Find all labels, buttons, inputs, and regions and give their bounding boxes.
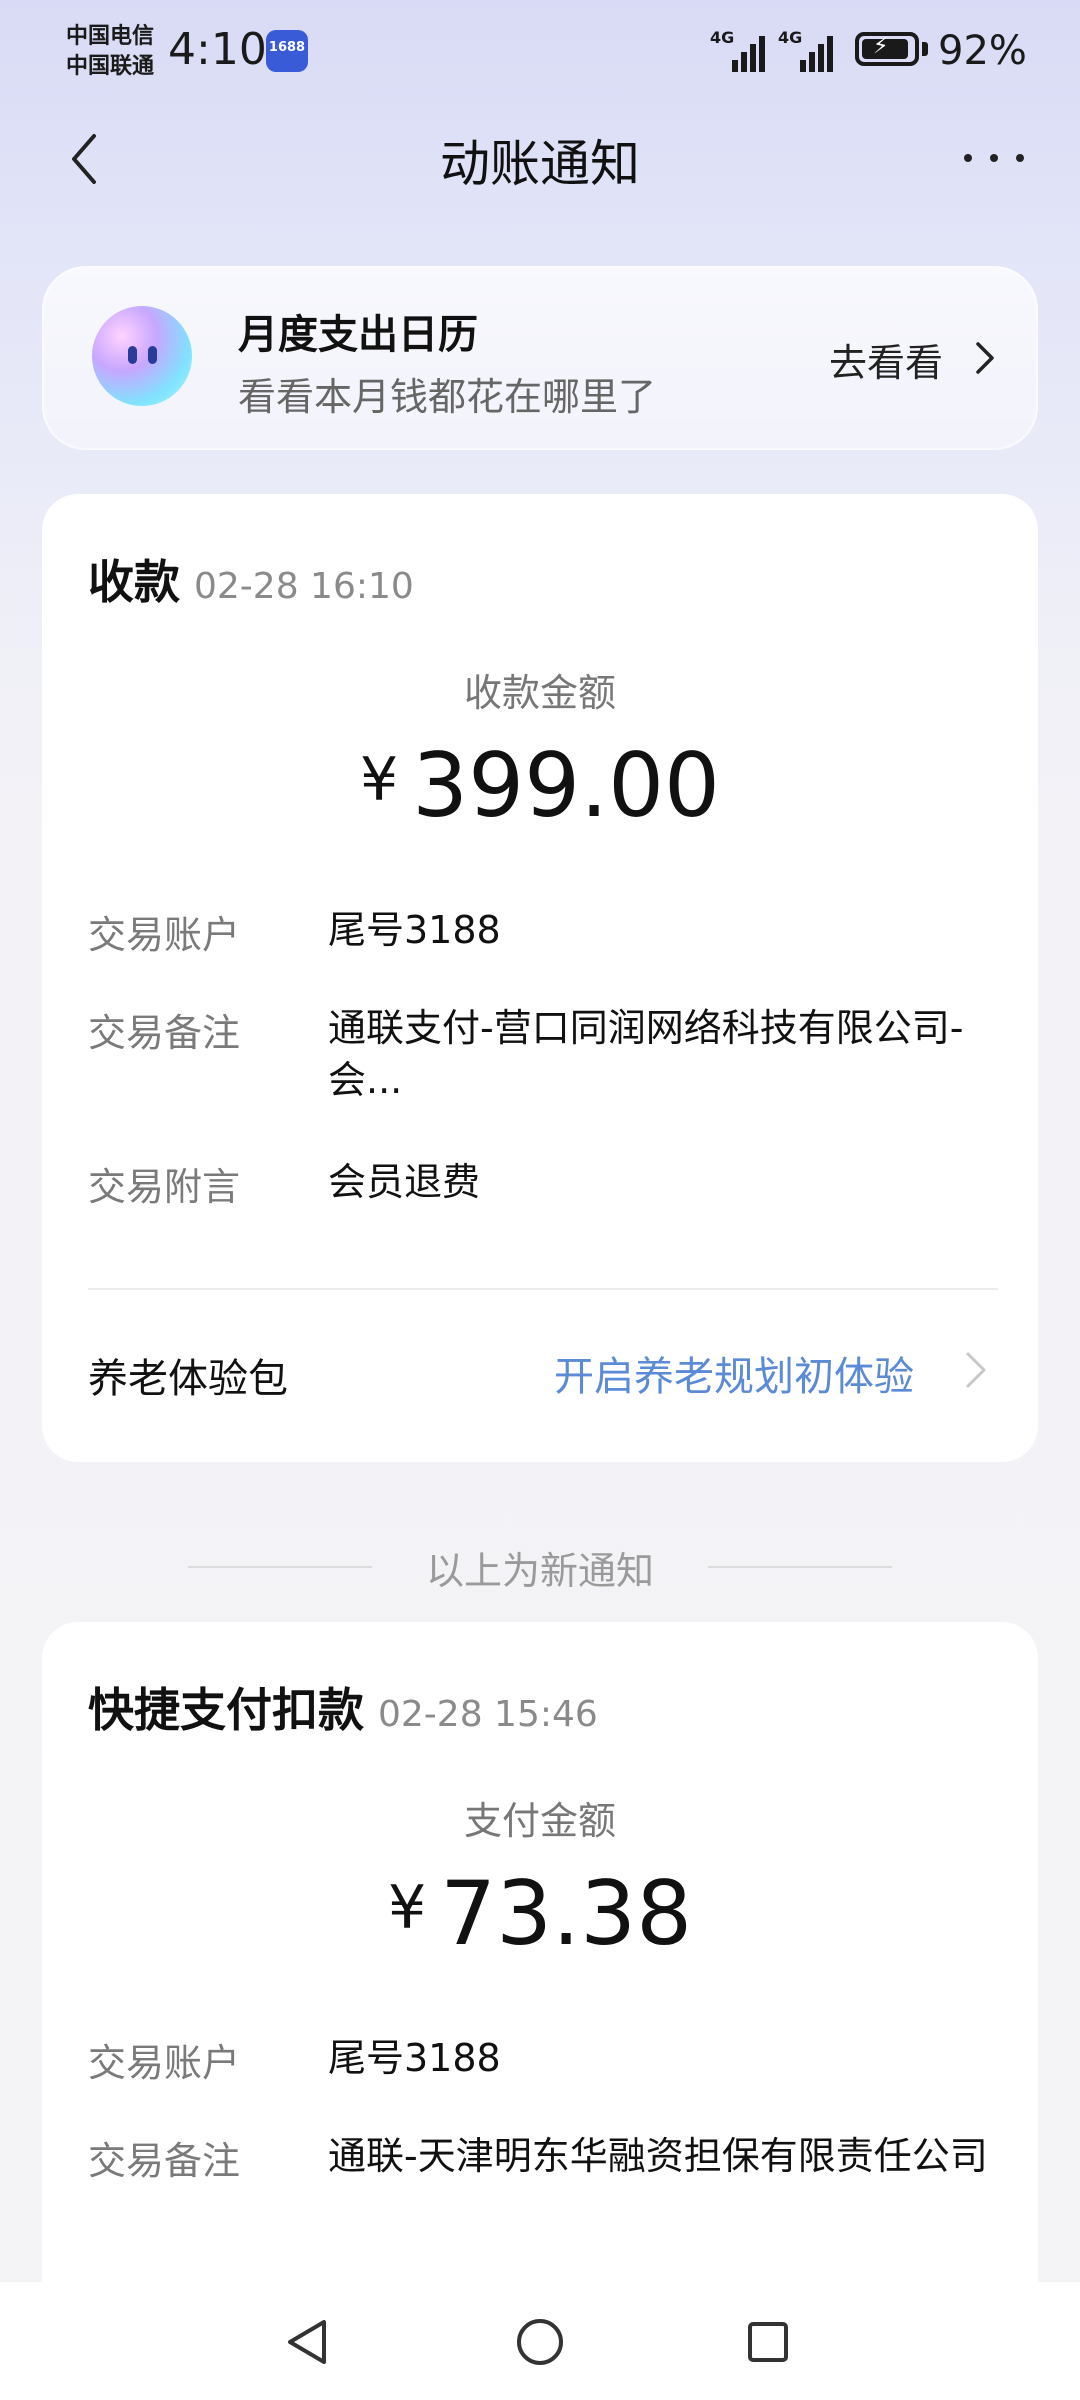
detail-key: 交易备注 [88, 2139, 241, 2183]
amount-value: ¥73.38 [387, 1862, 693, 1965]
signal-icon-2: 4G [778, 28, 838, 72]
detail-value: 尾号3188 [328, 2036, 501, 2080]
detail-row-memo: 交易附言 会员退费 [88, 1156, 998, 1216]
card-header: 收款 02-28 16:10 [88, 546, 414, 612]
detail-value: 尾号3188 [328, 908, 501, 952]
signal-icon-1: 4G [710, 28, 770, 72]
new-notifications-separator: 以上为新通知 [0, 1536, 1080, 1596]
card-header: 快捷支付扣款 02-28 15:46 [88, 1674, 598, 1740]
transaction-type: 快捷支付扣款 [88, 1683, 364, 1737]
amount-label: 支付金额 [463, 1799, 616, 1843]
transaction-type: 收款 [88, 555, 180, 609]
status-bar: 中国电信 中国联通 4:10 1688 4G 4G ⚡ 92% [0, 0, 1080, 110]
transaction-time: 02-28 16:10 [194, 566, 414, 607]
promo-action-label: 去看看 [829, 341, 944, 385]
pension-label: 养老体验包 [88, 1356, 288, 1402]
battery-percent: 92% [938, 28, 1027, 74]
battery-icon: ⚡ [855, 32, 919, 66]
detail-row-remark: 交易备注 通联-天津明东华融资担保有限责任公司 [88, 2130, 998, 2240]
page-title: 动账通知 [440, 135, 640, 193]
monthly-calendar-banner[interactable]: 月度支出日历 看看本月钱都花在哪里了 去看看 [42, 266, 1038, 450]
carrier-1: 中国电信 [66, 24, 155, 49]
transaction-time: 02-28 15:46 [378, 1694, 598, 1735]
square-recents-icon[interactable] [738, 2312, 798, 2372]
transaction-card-receipt[interactable]: 收款 02-28 16:10 收款金额 ¥399.00 交易账户 尾号3188 交… [42, 494, 1038, 1462]
promo-subtitle: 看看本月钱都花在哪里了 [238, 375, 657, 419]
detail-value: 通联支付-营口同润网络科技有限公司-会... [328, 1006, 964, 1102]
chevron-right-icon[interactable] [960, 1346, 990, 1394]
detail-key: 交易账户 [88, 913, 241, 957]
triangle-back-icon[interactable] [278, 2312, 338, 2372]
more-dots-icon [964, 154, 972, 162]
promo-title: 月度支出日历 [238, 312, 478, 358]
mascot-icon [92, 306, 192, 406]
battery-cap [922, 42, 928, 56]
detail-key: 交易账户 [88, 2041, 241, 2085]
detail-value: 会员退费 [328, 1160, 481, 1204]
more-button[interactable] [960, 130, 1030, 180]
carrier-info: 中国电信 中国联通 [66, 22, 154, 82]
divider [88, 1288, 998, 1290]
detail-key: 交易备注 [88, 1011, 241, 1055]
system-nav-bar [0, 2282, 1080, 2400]
carrier-2: 中国联通 [66, 54, 155, 79]
detail-row-account: 交易账户 尾号3188 [88, 904, 998, 964]
transaction-card-payment[interactable]: 快捷支付扣款 02-28 15:46 支付金额 ¥73.38 交易账户 尾号318… [42, 1622, 1038, 2342]
amount-label: 收款金额 [463, 671, 616, 715]
detail-key: 交易附言 [88, 1165, 241, 1209]
detail-row-remark: 交易备注 通联支付-营口同润网络科技有限公司-会... [88, 1002, 998, 1112]
clock: 4:10 [168, 24, 267, 75]
detail-value: 通联-天津明东华融资担保有限责任公司 [328, 2134, 988, 2178]
amount-value: ¥399.00 [359, 734, 721, 837]
chevron-right-icon [976, 342, 994, 374]
detail-row-account: 交易账户 尾号3188 [88, 2032, 998, 2092]
circle-home-icon[interactable] [510, 2312, 570, 2372]
pension-link[interactable]: 开启养老规划初体验 [554, 1344, 914, 1402]
app-notification-icon: 1688 [266, 30, 308, 72]
